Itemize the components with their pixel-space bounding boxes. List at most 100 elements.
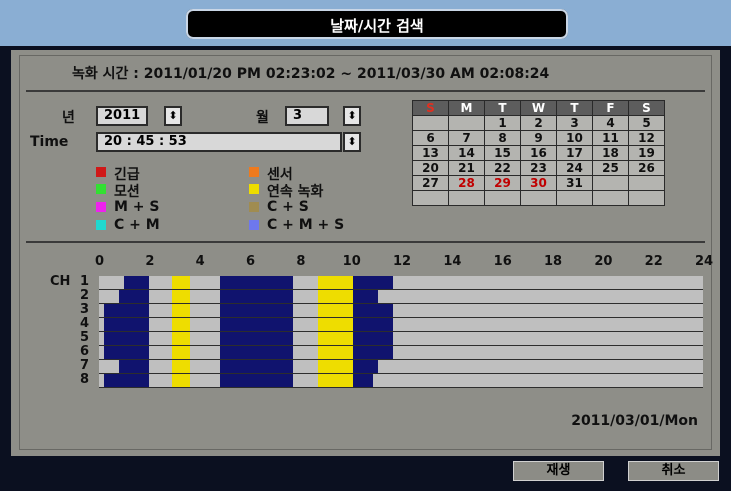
divider-middle — [26, 241, 705, 243]
weekday-header: W — [520, 100, 557, 116]
cancel-button[interactable]: 취소 — [628, 461, 719, 481]
year-spinner[interactable]: ⬍ — [164, 106, 182, 126]
continuous-recording-segment — [171, 318, 190, 331]
calendar-day[interactable]: 27 — [412, 175, 449, 191]
calendar-day[interactable]: 7 — [448, 130, 485, 146]
legend-swatch — [96, 184, 106, 194]
calendar-day[interactable]: 12 — [628, 130, 665, 146]
legend-swatch — [249, 184, 259, 194]
calendar-day[interactable]: 8 — [484, 130, 521, 146]
legend-label: C + M — [114, 217, 160, 233]
hour-tick-label: 0 — [95, 254, 105, 269]
calendar-day[interactable]: 16 — [520, 145, 557, 161]
recording-segment — [104, 318, 150, 331]
calendar-day[interactable]: 4 — [592, 115, 629, 131]
continuous-recording-segment — [171, 346, 190, 359]
channel-label: 2 — [80, 288, 90, 303]
calendar-day[interactable]: 21 — [448, 160, 485, 176]
hour-tick-label: 24 — [695, 254, 714, 269]
month-spinner[interactable]: ⬍ — [343, 106, 361, 126]
legend-label: C + S — [267, 199, 309, 215]
calendar-day — [556, 190, 593, 206]
channel-row[interactable] — [99, 276, 703, 290]
recording-segment — [219, 346, 293, 359]
recording-segment — [353, 374, 374, 387]
calendar-day[interactable]: 25 — [592, 160, 629, 176]
play-button[interactable]: 재생 — [513, 461, 604, 481]
continuous-recording-segment — [171, 374, 190, 387]
calendar-week-row: 12345 — [412, 115, 665, 131]
year-label: 년 — [62, 110, 75, 126]
calendar-day[interactable]: 17 — [556, 145, 593, 161]
calendar-day[interactable]: 13 — [412, 145, 449, 161]
calendar-day[interactable]: 28 — [448, 175, 485, 191]
calendar-day[interactable]: 24 — [556, 160, 593, 176]
calendar-day[interactable]: 1 — [484, 115, 521, 131]
channel-row[interactable] — [99, 304, 703, 318]
hour-tick-label: 14 — [443, 254, 462, 269]
channel-row[interactable] — [99, 360, 703, 374]
hour-tick-label: 12 — [393, 254, 412, 269]
calendar-day[interactable]: 6 — [412, 130, 449, 146]
channel-row[interactable] — [99, 346, 703, 360]
calendar-day[interactable]: 31 — [556, 175, 593, 191]
calendar-day[interactable]: 29 — [484, 175, 521, 191]
hour-tick-label: 8 — [296, 254, 306, 269]
calendar-day[interactable]: 22 — [484, 160, 521, 176]
hour-tick-label: 20 — [594, 254, 613, 269]
search-screen: 날짜/시간 검색 녹화 시간 : 2011/01/20 PM 02:23:02 … — [0, 0, 731, 491]
calendar-day[interactable]: 9 — [520, 130, 557, 146]
calendar-day[interactable]: 15 — [484, 145, 521, 161]
recording-range-text: 녹화 시간 : 2011/01/20 PM 02:23:02 ~ 2011/03… — [72, 66, 550, 82]
calendar: S M T W T F S 1 2 3 4 5 6 7 8 9 10 11 12 13 14 15 16 17 1… — [412, 100, 665, 206]
calendar-day[interactable]: 20 — [412, 160, 449, 176]
channel-row[interactable] — [99, 318, 703, 332]
channel-row[interactable] — [99, 374, 703, 388]
weekday-header: S — [628, 100, 665, 116]
recording-segment — [104, 346, 150, 359]
recording-segment — [119, 290, 150, 303]
recording-segment — [353, 290, 379, 303]
recording-segment — [219, 290, 293, 303]
continuous-recording-segment — [317, 276, 354, 289]
legend-swatch — [96, 220, 106, 230]
continuous-recording-segment — [317, 374, 354, 387]
hour-tick-label: 2 — [145, 254, 155, 269]
calendar-day[interactable]: 5 — [628, 115, 665, 131]
legend-swatch — [249, 167, 259, 177]
calendar-day[interactable]: 3 — [556, 115, 593, 131]
month-label: 월 — [256, 110, 269, 126]
legend-swatch — [249, 220, 259, 230]
continuous-recording-segment — [317, 290, 354, 303]
channel-row[interactable] — [99, 290, 703, 304]
continuous-recording-segment — [317, 346, 354, 359]
weekday-header: T — [484, 100, 521, 116]
month-field[interactable]: 3 — [285, 106, 329, 126]
recording-segment — [104, 304, 150, 317]
calendar-day — [520, 190, 557, 206]
calendar-day — [628, 175, 665, 191]
calendar-day — [412, 115, 449, 131]
recording-segment — [219, 304, 293, 317]
calendar-day — [448, 115, 485, 131]
calendar-day[interactable]: 2 — [520, 115, 557, 131]
calendar-day[interactable]: 26 — [628, 160, 665, 176]
legend-swatch — [249, 202, 259, 212]
channel-label: 1 — [80, 274, 90, 289]
calendar-day[interactable]: 23 — [520, 160, 557, 176]
channel-row[interactable] — [99, 332, 703, 346]
calendar-day[interactable]: 18 — [592, 145, 629, 161]
calendar-day[interactable]: 19 — [628, 145, 665, 161]
calendar-day[interactable]: 10 — [556, 130, 593, 146]
calendar-day[interactable]: 11 — [592, 130, 629, 146]
time-field[interactable]: 20 : 45 : 53 — [96, 132, 342, 152]
calendar-day[interactable]: 30 — [520, 175, 557, 191]
weekday-header: M — [448, 100, 485, 116]
hour-tick-label: 10 — [342, 254, 361, 269]
year-field[interactable]: 2011 — [96, 106, 148, 126]
calendar-day[interactable]: 14 — [448, 145, 485, 161]
time-spinner[interactable]: ⬍ — [343, 132, 361, 152]
legend-label: M + S — [114, 199, 160, 215]
legend-label: C + M + S — [267, 217, 345, 233]
legend-label: 모션 — [114, 184, 140, 200]
